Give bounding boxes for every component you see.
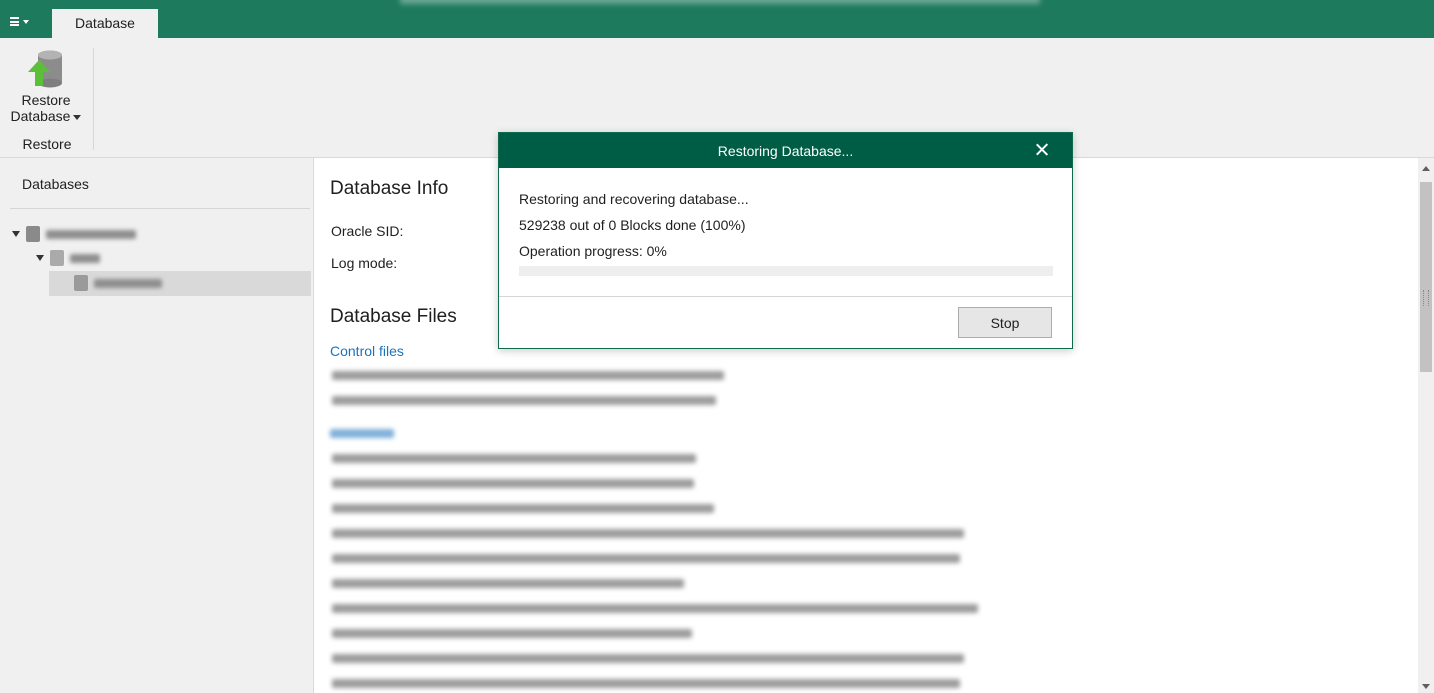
grip-icon xyxy=(1423,290,1429,306)
dropdown-caret-icon xyxy=(73,114,82,120)
title-bar: Database xyxy=(0,0,1434,38)
dialog-header: Restoring Database... xyxy=(499,133,1072,168)
restore-database-button[interactable]: Restore Database xyxy=(6,44,86,130)
hamburger-icon xyxy=(10,17,19,27)
database-name-redacted xyxy=(94,278,162,288)
dialog-status-text: Restoring and recovering database... xyxy=(519,191,749,207)
file-path-redacted xyxy=(332,679,960,688)
file-path-redacted xyxy=(332,504,714,513)
databases-panel: Databases xyxy=(0,158,314,693)
expand-arrow-icon[interactable] xyxy=(36,255,44,261)
database-icon xyxy=(74,275,88,291)
oracle-sid-label: Oracle SID: xyxy=(331,223,404,239)
tab-database[interactable]: Database xyxy=(52,9,158,38)
dialog-title: Restoring Database... xyxy=(717,143,854,159)
database-info-heading: Database Info xyxy=(330,178,449,199)
ribbon-group-divider xyxy=(93,48,94,150)
database-files-heading: Database Files xyxy=(330,306,457,327)
file-path-redacted xyxy=(332,454,696,463)
file-path-redacted xyxy=(332,654,964,663)
panel-divider xyxy=(10,208,310,209)
main-menu-button[interactable] xyxy=(10,12,38,30)
home-name-redacted xyxy=(70,253,100,263)
vertical-scrollbar[interactable] xyxy=(1418,158,1434,693)
operation-progress-label: Operation progress: 0% xyxy=(519,243,667,259)
chevron-down-icon xyxy=(23,19,29,24)
file-path-redacted xyxy=(332,479,694,488)
operation-progress-bar xyxy=(519,266,1053,276)
database-restore-icon xyxy=(28,50,62,88)
file-path-redacted xyxy=(332,529,964,538)
databases-panel-title: Databases xyxy=(22,176,89,192)
server-name-redacted xyxy=(46,229,136,239)
close-icon[interactable] xyxy=(1032,140,1052,160)
scroll-down-arrow-icon[interactable] xyxy=(1422,684,1430,689)
tree-node-database[interactable] xyxy=(74,272,162,294)
server-icon xyxy=(26,226,40,242)
datafiles-link-redacted[interactable] xyxy=(330,429,394,438)
log-mode-label: Log mode: xyxy=(331,255,398,271)
control-files-link[interactable]: Control files xyxy=(330,343,404,359)
scrollbar-thumb[interactable] xyxy=(1420,182,1432,372)
file-path-redacted xyxy=(332,604,978,613)
scroll-up-arrow-icon[interactable] xyxy=(1422,166,1430,171)
restoring-database-dialog: Restoring Database... Restoring and reco… xyxy=(498,132,1073,349)
expand-arrow-icon[interactable] xyxy=(12,231,20,237)
window-title-redacted xyxy=(400,0,1040,4)
file-path-redacted xyxy=(332,371,724,380)
tree-node-home[interactable] xyxy=(36,247,100,269)
dialog-blocks-text: 529238 out of 0 Blocks done (100%) xyxy=(519,217,746,233)
ribbon-group-label: Restore xyxy=(22,136,72,152)
restore-button-label-line2: Database xyxy=(10,108,71,124)
file-path-redacted xyxy=(332,396,716,405)
file-path-redacted xyxy=(332,579,684,588)
folder-icon xyxy=(50,250,64,266)
restore-button-label-line1: Restore xyxy=(21,92,71,108)
file-path-redacted xyxy=(332,629,692,638)
stop-button[interactable]: Stop xyxy=(958,307,1052,338)
dialog-footer-divider xyxy=(499,296,1072,297)
file-path-redacted xyxy=(332,554,960,563)
tree-node-server[interactable] xyxy=(12,223,136,245)
